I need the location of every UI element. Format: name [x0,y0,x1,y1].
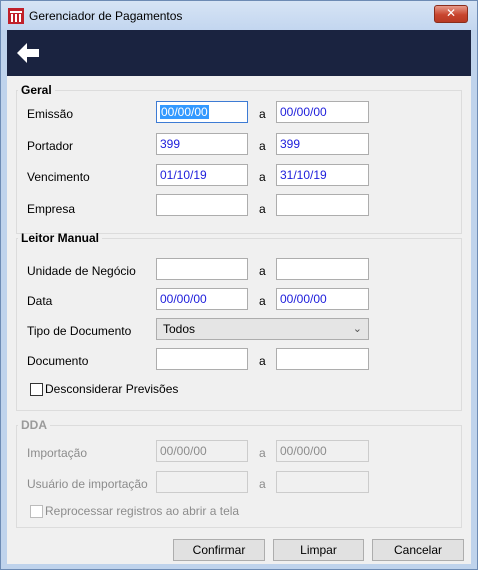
app-icon [8,8,24,24]
data-to-input[interactable]: 00/00/00 [276,288,369,310]
importacao-separator: a [259,446,266,460]
title-bar[interactable]: Gerenciador de Pagamentos ✕ [1,1,477,30]
emissao-separator: a [259,107,266,121]
portador-from-input[interactable]: 399 [156,133,248,155]
portador-label: Portador [27,139,74,153]
reprocessar-checkbox [30,505,43,518]
tipo-documento-select[interactable]: Todos ⌄ [156,318,369,340]
back-arrow-icon[interactable] [13,38,43,68]
reprocessar-label: Reprocessar registros ao abrir a tela [45,504,240,518]
usuario-from-input [156,471,248,493]
unidade-from-input[interactable] [156,258,248,280]
usuario-separator: a [259,477,266,491]
portador-separator: a [259,139,266,153]
payments-manager-window: Gerenciador de Pagamentos ✕ Geral Emissã… [0,0,478,570]
data-from-input[interactable]: 00/00/00 [156,288,248,310]
documento-label: Documento [27,354,89,368]
desconsiderar-label[interactable]: Desconsiderar Previsões [45,382,178,396]
geral-legend: Geral [21,83,52,97]
chevron-down-icon: ⌄ [352,323,362,335]
cancelar-button[interactable]: Cancelar [372,539,464,561]
dda-legend: DDA [21,418,47,432]
usuario-importacao-label: Usuário de importação [27,477,148,491]
empresa-separator: a [259,202,266,216]
importacao-to-input: 00/00/00 [276,440,369,462]
limpar-button[interactable]: Limpar [273,539,364,561]
vencimento-from-input[interactable]: 01/10/19 [156,164,248,186]
emissao-label: Emissão [27,107,74,121]
vencimento-label: Vencimento [27,170,90,184]
documento-from-input[interactable] [156,348,248,370]
unidade-label: Unidade de Negócio [27,264,136,278]
emissao-to-input[interactable]: 00/00/00 [276,101,369,123]
window-title: Gerenciador de Pagamentos [29,9,183,23]
form-content: Geral Emissão 00/00/00 a 00/00/00 Portad… [7,76,471,564]
vencimento-separator: a [259,170,266,184]
importacao-from-input: 00/00/00 [156,440,248,462]
tipo-documento-label: Tipo de Documento [27,324,132,338]
empresa-label: Empresa [27,202,76,216]
documento-separator: a [259,354,266,368]
desconsiderar-checkbox[interactable] [30,383,43,396]
toolbar [7,30,471,76]
close-icon: ✕ [445,6,457,20]
confirmar-button[interactable]: Confirmar [173,539,265,561]
leitor-manual-legend: Leitor Manual [21,231,100,245]
emissao-from-input[interactable]: 00/00/00 [156,101,248,123]
unidade-separator: a [259,264,266,278]
data-separator: a [259,294,266,308]
close-button[interactable]: ✕ [434,5,468,23]
usuario-to-input [276,471,369,493]
importacao-label: Importação [27,446,88,460]
documento-to-input[interactable] [276,348,369,370]
empresa-to-input[interactable] [276,194,369,216]
tipo-documento-value: Todos [163,322,196,336]
portador-to-input[interactable]: 399 [276,133,369,155]
vencimento-to-input[interactable]: 31/10/19 [276,164,369,186]
emissao-from-value: 00/00/00 [160,105,209,119]
unidade-to-input[interactable] [276,258,369,280]
empresa-from-input[interactable] [156,194,248,216]
data-label: Data [27,294,53,308]
